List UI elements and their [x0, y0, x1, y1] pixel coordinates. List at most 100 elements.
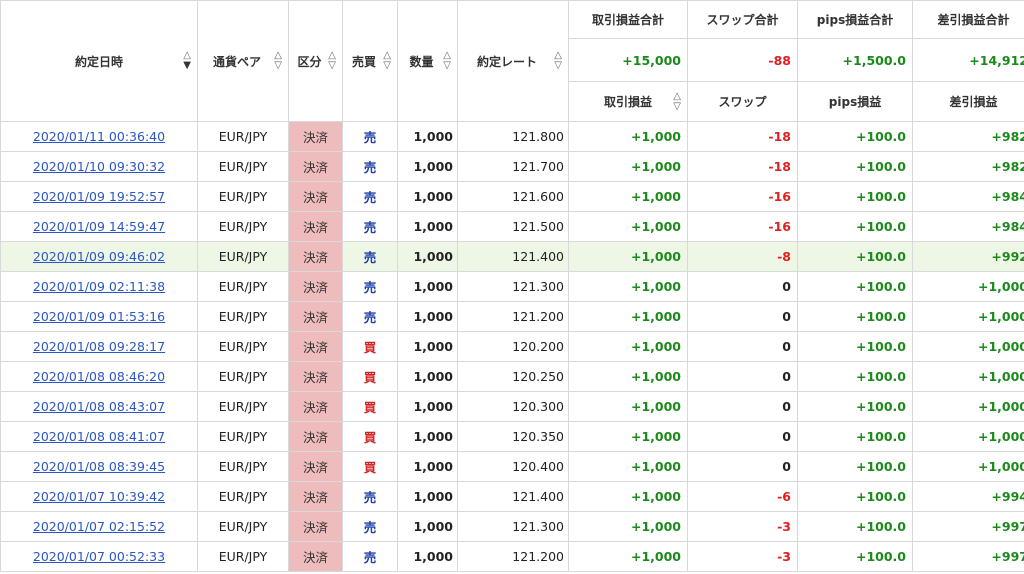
sort-icon[interactable]: △ ▽	[274, 51, 282, 71]
table-row[interactable]: 2020/01/08 08:39:45 EUR/JPY 決済買 1,000 120.40…	[0, 451, 1024, 482]
net-cell: +994	[912, 481, 1024, 512]
kubun-cell: 決済	[288, 541, 343, 572]
quantity-cell: 1,000	[397, 301, 458, 332]
quantity-cell: 1,000	[397, 271, 458, 302]
table-row[interactable]: 2020/01/09 02:11:38 EUR/JPY 決済売 1,000 121.30…	[0, 271, 1024, 302]
trade-date-link[interactable]: 2020/01/08 08:43:07	[33, 399, 165, 414]
pl-cell: +1,000	[568, 421, 688, 452]
pips-cell: +100.0	[797, 421, 913, 452]
trade-date-link[interactable]: 2020/01/09 09:46:02	[33, 249, 165, 264]
col-header-qty[interactable]: 数量 △ ▽	[397, 0, 458, 122]
net-cell: +1,000	[912, 451, 1024, 482]
pl-cell: +1,000	[568, 511, 688, 542]
table-row[interactable]: 2020/01/09 14:59:47 EUR/JPY 決済売 1,000 121.50…	[0, 211, 1024, 242]
table-row[interactable]: 2020/01/08 08:46:20 EUR/JPY 決済買 1,000 120.25…	[0, 361, 1024, 392]
quantity-cell: 1,000	[397, 181, 458, 212]
rate-cell: 121.400	[457, 241, 569, 272]
sort-icon[interactable]: △ ▽	[673, 91, 681, 112]
rate-cell: 121.200	[457, 301, 569, 332]
kubun-cell: 決済	[288, 211, 343, 242]
trade-date-link[interactable]: 2020/01/07 00:52:33	[33, 549, 165, 564]
pl-cell: +1,000	[568, 241, 688, 272]
trade-date-link[interactable]: 2020/01/09 01:53:16	[33, 309, 165, 324]
table-row[interactable]: 2020/01/09 09:46:02 EUR/JPY 決済売 1,000 121.40…	[0, 241, 1024, 272]
quantity-cell: 1,000	[397, 391, 458, 422]
swap-cell: 0	[687, 271, 798, 302]
col-header-pl[interactable]: 取引損益 △ ▽	[568, 81, 688, 122]
currency-pair-cell: EUR/JPY	[197, 121, 289, 152]
trade-date-cell: 2020/01/09 09:46:02	[0, 241, 198, 272]
trade-date-link[interactable]: 2020/01/10 09:30:32	[33, 159, 165, 174]
trade-date-link[interactable]: 2020/01/09 14:59:47	[33, 219, 165, 234]
col-header-pair[interactable]: 通貨ペア △ ▽	[197, 0, 289, 122]
col-header-rate[interactable]: 約定レート △ ▽	[457, 0, 569, 122]
pl-cell: +1,000	[568, 121, 688, 152]
trade-history-table: 約定日時 △ ▼ 通貨ペア △ ▽ 区分 △ ▽ 売買 △ ▽ 数量 △ ▽ 約定レート …	[0, 0, 1024, 572]
swap-cell: -16	[687, 211, 798, 242]
table-row[interactable]: 2020/01/07 00:52:33 EUR/JPY 決済売 1,000 121.20…	[0, 541, 1024, 572]
pl-cell: +1,000	[568, 331, 688, 362]
currency-pair-cell: EUR/JPY	[197, 151, 289, 182]
table-row[interactable]: 2020/01/08 08:43:07 EUR/JPY 決済買 1,000 120.30…	[0, 391, 1024, 422]
pips-cell: +100.0	[797, 451, 913, 482]
table-row[interactable]: 2020/01/10 09:30:32 EUR/JPY 決済売 1,000 121.70…	[0, 151, 1024, 182]
pips-cell: +100.0	[797, 151, 913, 182]
pl-cell: +1,000	[568, 181, 688, 212]
swap-cell: -3	[687, 511, 798, 542]
side-cell: 買	[342, 391, 398, 422]
table-row[interactable]: 2020/01/09 19:52:57 EUR/JPY 決済売 1,000 121.60…	[0, 181, 1024, 212]
sort-icon[interactable]: △ ▽	[328, 51, 336, 71]
kubun-cell: 決済	[288, 151, 343, 182]
currency-pair-cell: EUR/JPY	[197, 511, 289, 542]
trade-date-cell: 2020/01/08 08:41:07	[0, 421, 198, 452]
currency-pair-cell: EUR/JPY	[197, 301, 289, 332]
side-cell: 売	[342, 121, 398, 152]
trade-date-cell: 2020/01/07 00:52:33	[0, 541, 198, 572]
trade-date-cell: 2020/01/07 02:15:52	[0, 511, 198, 542]
trade-date-link[interactable]: 2020/01/08 09:28:17	[33, 339, 165, 354]
table-row[interactable]: 2020/01/07 10:39:42 EUR/JPY 決済売 1,000 121.40…	[0, 481, 1024, 512]
trade-date-link[interactable]: 2020/01/08 08:39:45	[33, 459, 165, 474]
swap-cell: 0	[687, 391, 798, 422]
kubun-cell: 決済	[288, 181, 343, 212]
currency-pair-cell: EUR/JPY	[197, 481, 289, 512]
table-row[interactable]: 2020/01/08 08:41:07 EUR/JPY 決済買 1,000 120.35…	[0, 421, 1024, 452]
currency-pair-cell: EUR/JPY	[197, 451, 289, 482]
col-header-date[interactable]: 約定日時 △ ▼	[0, 0, 198, 122]
rate-cell: 121.800	[457, 121, 569, 152]
pips-cell: +100.0	[797, 541, 913, 572]
trade-date-cell: 2020/01/11 00:36:40	[0, 121, 198, 152]
trade-date-link[interactable]: 2020/01/09 02:11:38	[33, 279, 165, 294]
rate-cell: 121.600	[457, 181, 569, 212]
rate-cell: 121.200	[457, 541, 569, 572]
rate-cell: 121.500	[457, 211, 569, 242]
side-cell: 売	[342, 151, 398, 182]
table-row[interactable]: 2020/01/08 09:28:17 EUR/JPY 決済買 1,000 120.20…	[0, 331, 1024, 362]
side-cell: 売	[342, 271, 398, 302]
sort-icon[interactable]: △ ▽	[383, 51, 391, 71]
rate-cell: 121.400	[457, 481, 569, 512]
currency-pair-cell: EUR/JPY	[197, 361, 289, 392]
currency-pair-cell: EUR/JPY	[197, 271, 289, 302]
quantity-cell: 1,000	[397, 331, 458, 362]
trade-date-link[interactable]: 2020/01/07 02:15:52	[33, 519, 165, 534]
pl-cell: +1,000	[568, 451, 688, 482]
trade-date-link[interactable]: 2020/01/08 08:41:07	[33, 429, 165, 444]
trade-date-link[interactable]: 2020/01/07 10:39:42	[33, 489, 165, 504]
sort-icon[interactable]: △ ▽	[554, 51, 562, 71]
col-header-kubun[interactable]: 区分 △ ▽	[288, 0, 343, 122]
trade-date-link[interactable]: 2020/01/09 19:52:57	[33, 189, 165, 204]
quantity-cell: 1,000	[397, 361, 458, 392]
table-row[interactable]: 2020/01/11 00:36:40 EUR/JPY 決済売 1,000 121.80…	[0, 121, 1024, 152]
col-header-side[interactable]: 売買 △ ▽	[342, 0, 398, 122]
net-cell: +1,000	[912, 421, 1024, 452]
pips-cell: +100.0	[797, 361, 913, 392]
pips-cell: +100.0	[797, 121, 913, 152]
trade-date-link[interactable]: 2020/01/08 08:46:20	[33, 369, 165, 384]
trade-date-link[interactable]: 2020/01/11 00:36:40	[33, 129, 165, 144]
table-row[interactable]: 2020/01/09 01:53:16 EUR/JPY 決済売 1,000 121.20…	[0, 301, 1024, 332]
sort-desc-icon[interactable]: △ ▼	[183, 51, 191, 71]
sort-icon[interactable]: △ ▽	[443, 51, 451, 71]
table-row[interactable]: 2020/01/07 02:15:52 EUR/JPY 決済売 1,000 121.30…	[0, 511, 1024, 542]
rate-cell: 120.250	[457, 361, 569, 392]
